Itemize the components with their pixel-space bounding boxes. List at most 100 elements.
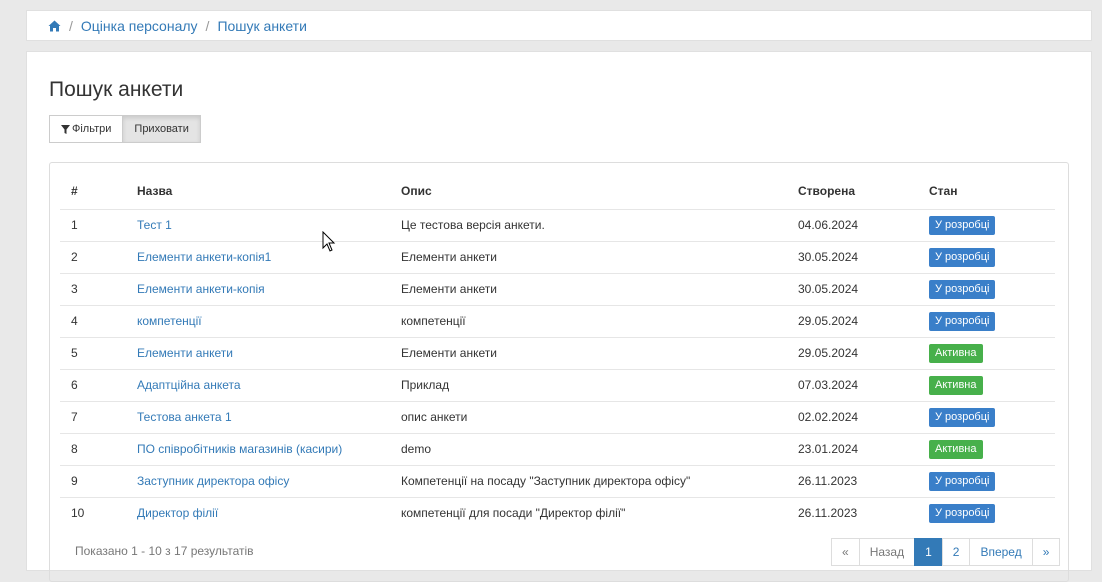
row-description: Компетенції на посаду "Заступник директо…: [390, 464, 787, 497]
row-created-date: 26.11.2023: [787, 496, 918, 529]
results-table: # Назва Опис Створена Стан 1 Тест 1 Це тес…: [60, 173, 1055, 529]
row-name-cell: Тестова анкета 1: [126, 400, 390, 433]
table-header-row: # Назва Опис Створена Стан: [60, 173, 1055, 209]
table-row: 10 Директор філії компетенції для посади "…: [60, 496, 1055, 529]
row-number: 9: [60, 464, 126, 497]
row-created-date: 07.03.2024: [787, 368, 918, 401]
breadcrumb: / Оцінка персоналу / Пошук анкети: [26, 10, 1092, 41]
row-created-date: 29.05.2024: [787, 304, 918, 337]
main-panel: Пошук анкети Фільтри Приховати # Назва О…: [26, 51, 1092, 582]
row-created-date: 30.05.2024: [787, 272, 918, 305]
status-badge: У розробці: [929, 279, 996, 299]
row-description: Елементи анкети: [390, 272, 787, 305]
filters-button-label: Фільтри: [72, 123, 112, 135]
row-status-cell: У розробці: [918, 400, 1055, 433]
column-header-number[interactable]: #: [60, 173, 126, 209]
row-name-link[interactable]: Елементи анкети-копія: [137, 282, 265, 296]
status-badge: У розробці: [929, 311, 996, 331]
status-badge: У розробці: [929, 215, 996, 235]
row-number: 6: [60, 368, 126, 401]
filter-icon: [61, 124, 70, 134]
table-row: 9 Заступник директора офісу Компетенції на…: [60, 464, 1055, 497]
row-name-link[interactable]: Тест 1: [137, 218, 172, 232]
row-status-cell: У розробці: [918, 496, 1055, 529]
pagination: « Назад 1 2 Вперед »: [831, 538, 1061, 566]
row-description: Це тестова версія анкети.: [390, 208, 787, 241]
row-description: Елементи анкети: [390, 336, 787, 369]
pagination-next[interactable]: Вперед: [969, 538, 1033, 566]
pagination-first[interactable]: «: [831, 538, 860, 566]
status-badge: Активна: [929, 343, 983, 363]
row-description: Приклад: [390, 368, 787, 401]
breadcrumb-separator: /: [69, 17, 73, 34]
row-name-link[interactable]: компетенції: [137, 314, 202, 328]
row-name-link[interactable]: Адаптційна анкета: [137, 378, 241, 392]
row-created-date: 23.01.2024: [787, 432, 918, 465]
column-header-description[interactable]: Опис: [390, 173, 787, 209]
status-badge: У розробці: [929, 471, 996, 491]
column-header-name[interactable]: Назва: [126, 173, 390, 209]
row-created-date: 26.11.2023: [787, 464, 918, 497]
row-description: demo: [390, 432, 787, 465]
table-row: 3 Елементи анкети-копія Елементи анкети 30.…: [60, 272, 1055, 305]
table-row: 8 ПО співробітників магазинів (касири) dem…: [60, 432, 1055, 465]
status-badge: У розробці: [929, 407, 996, 427]
table-row: 4 компетенції компетенції 29.05.2024 У розро…: [60, 304, 1055, 337]
column-header-created[interactable]: Створена: [787, 173, 918, 209]
mouse-cursor-icon: [322, 231, 336, 252]
row-name-link[interactable]: Тестова анкета 1: [137, 410, 232, 424]
row-name-cell: Директор філії: [126, 496, 390, 529]
status-badge: У розробці: [929, 503, 996, 523]
row-name-cell: Елементи анкети-копія: [126, 272, 390, 305]
row-name-cell: Елементи анкети-копія1: [126, 240, 390, 273]
row-name-link[interactable]: Директор філії: [137, 506, 218, 520]
results-table-container: # Назва Опис Створена Стан 1 Тест 1 Це тес…: [49, 162, 1069, 582]
row-status-cell: Активна: [918, 336, 1055, 369]
table-row: 2 Елементи анкети-копія1 Елементи анкети 30…: [60, 240, 1055, 273]
row-number: 5: [60, 336, 126, 369]
row-number: 10: [60, 496, 126, 529]
row-description: Елементи анкети: [390, 240, 787, 273]
row-status-cell: У розробці: [918, 208, 1055, 241]
row-description: компетенції: [390, 304, 787, 337]
pagination-last[interactable]: »: [1031, 538, 1061, 566]
row-status-cell: Активна: [918, 432, 1055, 465]
row-status-cell: Активна: [918, 368, 1055, 401]
filters-button[interactable]: Фільтри: [49, 115, 124, 143]
row-number: 1: [60, 208, 126, 241]
row-name-cell: компетенції: [126, 304, 390, 337]
row-created-date: 04.06.2024: [787, 208, 918, 241]
row-number: 7: [60, 400, 126, 433]
breadcrumb-link-staff-assessment[interactable]: Оцінка персоналу: [81, 18, 198, 34]
breadcrumb-link-search[interactable]: Пошук анкети: [217, 18, 306, 34]
status-badge: Активна: [929, 375, 983, 395]
row-name-link[interactable]: Заступник директора офісу: [137, 474, 289, 488]
breadcrumb-separator: /: [205, 17, 210, 34]
pagination-page-1[interactable]: 1: [914, 538, 943, 566]
row-number: 4: [60, 304, 126, 337]
row-name-cell: Адаптційна анкета: [126, 368, 390, 401]
row-status-cell: У розробці: [918, 464, 1055, 497]
table-row: 5 Елементи анкети Елементи анкети 29.05.202…: [60, 336, 1055, 369]
table-row: 7 Тестова анкета 1 опис анкети 02.02.2024 У …: [60, 400, 1055, 433]
table-row: 6 Адаптційна анкета Приклад 07.03.2024 Актив…: [60, 368, 1055, 401]
row-description: опис анкети: [390, 400, 787, 433]
row-created-date: 29.05.2024: [787, 336, 918, 369]
row-created-date: 02.02.2024: [787, 400, 918, 433]
filter-toolbar: Фільтри Приховати: [49, 115, 201, 143]
column-header-status[interactable]: Стан: [918, 173, 1055, 209]
row-name-link[interactable]: Елементи анкети: [137, 346, 233, 360]
row-name-cell: Тест 1: [126, 208, 390, 241]
home-icon[interactable]: [48, 20, 61, 32]
row-description: компетенції для посади "Директор філії": [390, 496, 787, 529]
row-number: 8: [60, 432, 126, 465]
status-badge: У розробці: [929, 247, 996, 267]
hide-button-label: Приховати: [134, 123, 189, 135]
pagination-page-2[interactable]: 2: [941, 538, 971, 566]
pagination-prev[interactable]: Назад: [858, 538, 916, 566]
hide-button[interactable]: Приховати: [123, 115, 201, 143]
row-name-link[interactable]: Елементи анкети-копія1: [137, 250, 271, 264]
row-name-link[interactable]: ПО співробітників магазинів (касири): [137, 442, 342, 456]
row-status-cell: У розробці: [918, 304, 1055, 337]
row-name-cell: Елементи анкети: [126, 336, 390, 369]
